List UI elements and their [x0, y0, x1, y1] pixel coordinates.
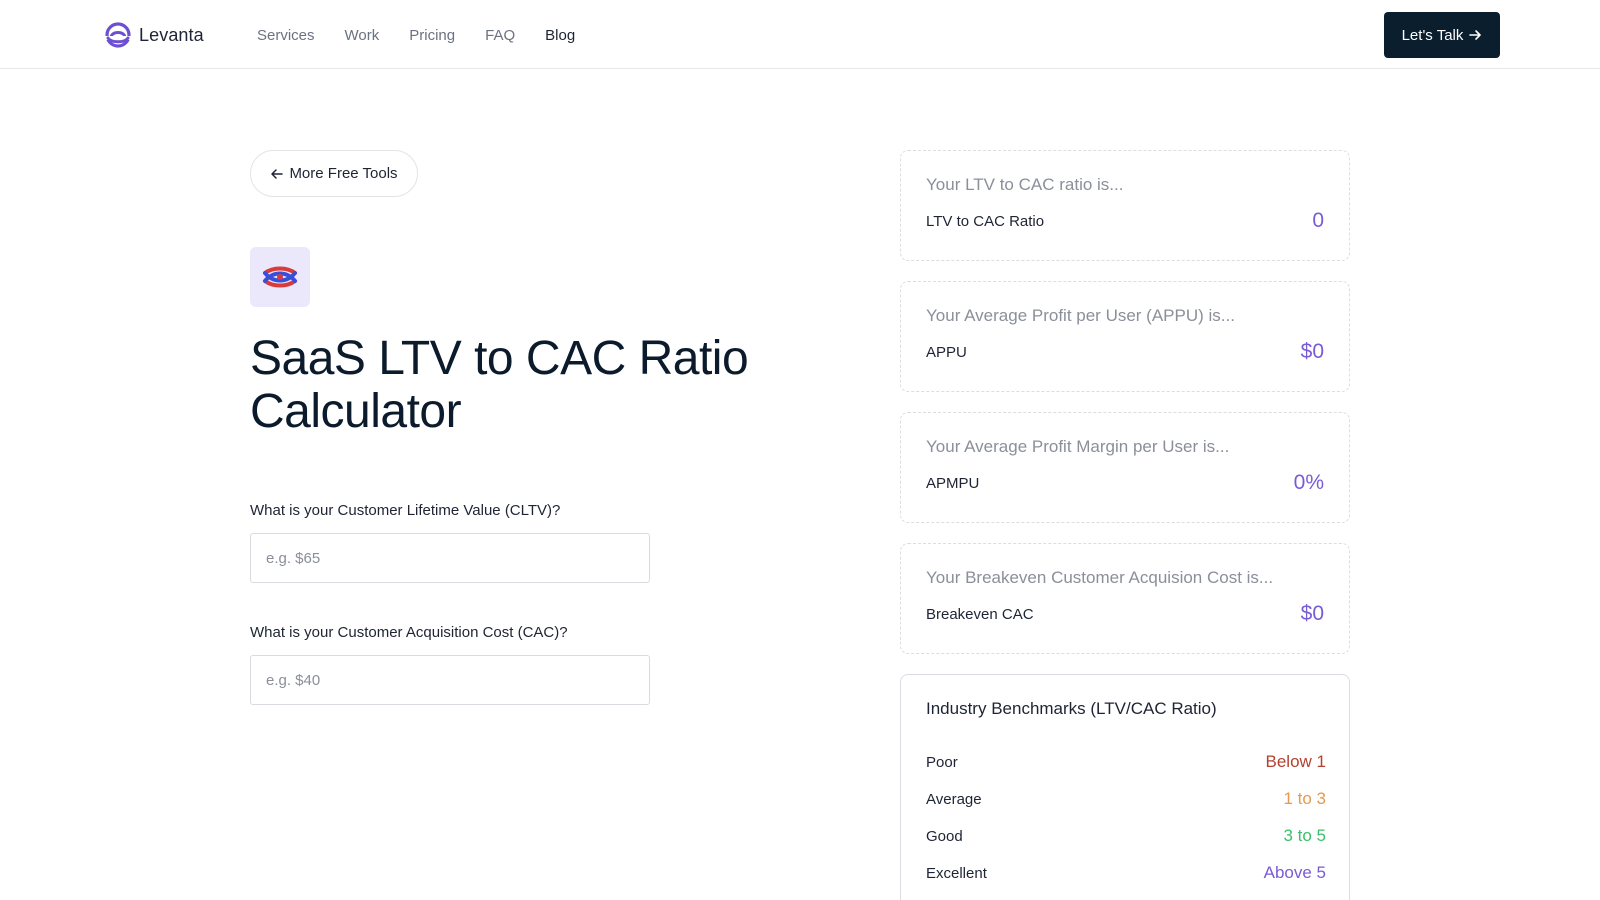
benchmark-range: Above 5	[1263, 863, 1326, 882]
appu-card: Your Average Profit per User (APPU) is..…	[900, 281, 1350, 392]
cltv-input[interactable]	[250, 533, 650, 583]
result-value: 0%	[1293, 471, 1324, 494]
knot-icon	[263, 266, 297, 288]
benchmark-label: Poor	[926, 753, 958, 771]
nav-faq[interactable]: FAQ	[485, 26, 515, 46]
result-value: 0	[1312, 209, 1324, 232]
result-value: $0	[1300, 602, 1324, 625]
lets-talk-label: Let's Talk	[1401, 26, 1464, 44]
result-label: APMPU	[926, 475, 980, 492]
result-heading: Your Average Profit Margin per User is..…	[926, 437, 1230, 456]
levanta-logo-icon	[105, 22, 131, 48]
benchmark-row-poor: Poor Below 1	[926, 751, 1326, 773]
result-heading: Your LTV to CAC ratio is...	[926, 175, 1124, 194]
tool-icon-tile	[250, 247, 310, 307]
cltv-label: What is your Customer Lifetime Value (CL…	[250, 502, 561, 519]
result-heading: Your Breakeven Customer Acquision Cost i…	[926, 568, 1274, 587]
benchmark-label: Excellent	[926, 864, 987, 882]
benchmark-row-excellent: Excellent Above 5	[926, 862, 1326, 884]
brand-name: Levanta	[139, 24, 204, 45]
logo[interactable]: Levanta	[105, 22, 204, 48]
benchmark-range: Below 1	[1265, 752, 1326, 771]
nav-pricing[interactable]: Pricing	[409, 26, 455, 46]
breakeven-cac-card: Your Breakeven Customer Acquision Cost i…	[900, 543, 1350, 654]
nav-services[interactable]: Services	[257, 26, 315, 46]
nav-work[interactable]: Work	[345, 26, 380, 46]
cac-label: What is your Customer Acquisition Cost (…	[250, 624, 568, 641]
benchmarks-title: Industry Benchmarks (LTV/CAC Ratio)	[926, 699, 1217, 718]
benchmark-row-average: Average 1 to 3	[926, 788, 1326, 810]
main-nav: Services Work Pricing FAQ Blog	[257, 26, 605, 46]
result-value: $0	[1300, 340, 1324, 363]
benchmark-range: 1 to 3	[1283, 789, 1326, 808]
more-free-tools-button[interactable]: More Free Tools	[250, 150, 418, 197]
result-label: LTV to CAC Ratio	[926, 213, 1045, 230]
apmpu-card: Your Average Profit Margin per User is..…	[900, 412, 1350, 523]
result-label: Breakeven CAC	[926, 606, 1034, 623]
nav-blog[interactable]: Blog	[545, 26, 575, 46]
industry-benchmarks-card: Industry Benchmarks (LTV/CAC Ratio) Poor…	[900, 674, 1350, 900]
ltv-cac-ratio-card: Your LTV to CAC ratio is... LTV to CAC R…	[900, 150, 1350, 261]
arrow-right-icon	[1469, 30, 1482, 40]
result-label: APPU	[926, 344, 967, 361]
cac-input[interactable]	[250, 655, 650, 705]
benchmark-range: 3 to 5	[1283, 826, 1326, 845]
page-title: SaaS LTV to CAC Ratio Calculator	[250, 332, 749, 438]
benchmark-label: Average	[926, 790, 982, 808]
result-heading: Your Average Profit per User (APPU) is..…	[926, 306, 1235, 325]
benchmark-label: Good	[926, 827, 963, 845]
site-header: Levanta Services Work Pricing FAQ Blog L…	[0, 0, 1600, 69]
more-free-tools-label: More Free Tools	[289, 165, 398, 182]
benchmark-row-good: Good 3 to 5	[926, 825, 1326, 847]
arrow-left-icon	[271, 168, 284, 179]
lets-talk-button[interactable]: Let's Talk	[1384, 12, 1500, 58]
